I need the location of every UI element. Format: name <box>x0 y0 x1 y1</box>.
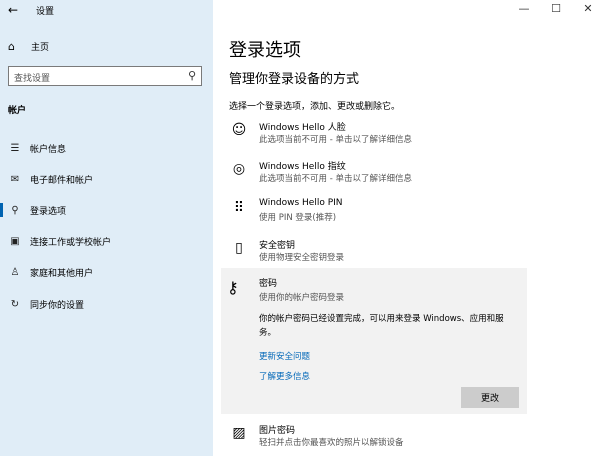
password-title: 密码 <box>259 279 278 289</box>
section-header: 帐户 <box>8 106 27 116</box>
people-icon: ♙ <box>10 266 20 278</box>
window-title: 设置 <box>36 7 55 17</box>
minimize-button[interactable]: — <box>517 2 531 15</box>
sidebar-item-work-school[interactable]: ▣ 连接工作或学校帐户 <box>0 228 213 254</box>
sidebar-item-label: 连接工作或学校帐户 <box>30 237 112 248</box>
face-icon: ☺ <box>231 122 247 138</box>
sidebar-item-account-info[interactable]: ☰ 帐户信息 <box>0 135 213 161</box>
password-panel[interactable]: ⚷ 密码 使用你的帐户密码登录 你的帐户密码已经设置完成，可以用来登录 Wind… <box>221 268 527 414</box>
option-security-key[interactable]: ▯ 安全密钥 使用物理安全密钥登录 <box>229 238 529 268</box>
sidebar-item-label: 家庭和其他用户 <box>30 268 94 279</box>
search-placeholder: 查找设置 <box>14 74 51 84</box>
sync-icon: ↻ <box>10 298 20 310</box>
sidebar-item-label: 电子邮件和帐户 <box>30 175 94 186</box>
close-button[interactable]: ✕ <box>581 2 595 15</box>
sidebar-item-family-users[interactable]: ♙ 家庭和其他用户 <box>0 259 213 285</box>
sidebar-item-label: 帐户信息 <box>30 144 67 155</box>
sidebar-item-label: 主页 <box>31 42 50 53</box>
sidebar-item-email-accounts[interactable]: ✉ 电子邮件和帐户 <box>0 166 213 192</box>
maximize-button[interactable]: ☐ <box>549 2 563 15</box>
page-subtitle: 管理你登录设备的方式 <box>229 72 360 87</box>
option-hello-pin[interactable]: ⠿ Windows Hello PIN 使用 PIN 登录(推荐) <box>229 198 529 228</box>
option-desc: 此选项当前不可用 - 单击以了解详细信息 <box>259 174 412 184</box>
key-icon: ⚲ <box>11 204 19 216</box>
key-icon: ⚷ <box>227 278 239 297</box>
option-hello-face[interactable]: ☺ Windows Hello 人脸 此选项当前不可用 - 单击以了解详细信息 <box>229 120 529 150</box>
main-content: — ☐ ✕ 登录选项 管理你登录设备的方式 选择一个登录选项，添加、更改或删除它… <box>213 0 600 456</box>
option-title: Windows Hello PIN <box>259 198 343 208</box>
option-desc: 轻扫并点击你最喜欢的照片以解锁设备 <box>259 438 404 448</box>
option-desc: 使用物理安全密钥登录 <box>259 253 345 263</box>
search-icon[interactable]: ⚲ <box>188 69 196 82</box>
title-bar: ← 设置 <box>0 0 213 20</box>
sidebar-item-label: 同步你的设置 <box>30 300 85 311</box>
option-title: 图片密码 <box>259 426 296 436</box>
change-password-button[interactable]: 更改 <box>461 387 519 408</box>
briefcase-icon: ▣ <box>10 235 20 247</box>
update-security-questions-link[interactable]: 更新安全问题 <box>259 350 310 362</box>
sidebar-item-label: 登录选项 <box>30 206 67 217</box>
option-title: Windows Hello 指纹 <box>259 162 346 172</box>
sidebar-item-sign-in-options[interactable]: ⚲ 登录选项 <box>0 197 213 223</box>
search-input[interactable]: 查找设置 ⚲ <box>8 66 202 86</box>
option-title: Windows Hello 人脸 <box>259 123 346 133</box>
option-desc: 使用 PIN 登录(推荐) <box>259 213 337 223</box>
fingerprint-icon: ◎ <box>232 161 246 177</box>
pin-keypad-icon: ⠿ <box>233 200 245 216</box>
back-arrow-icon[interactable]: ← <box>8 3 18 17</box>
picture-icon: ▨ <box>232 425 246 441</box>
learn-more-link[interactable]: 了解更多信息 <box>259 370 310 382</box>
home-icon: ⌂ <box>8 39 15 53</box>
sidebar: ← 设置 ⌂ 主页 查找设置 ⚲ 帐户 ☰ 帐户信息 ✉ 电子邮件和帐户 ⚲ 登… <box>0 0 213 456</box>
page-title: 登录选项 <box>229 40 301 61</box>
option-desc: 此选项当前不可用 - 单击以了解详细信息 <box>259 135 412 145</box>
password-body-text: 你的帐户密码已经设置完成，可以用来登录 Windows、应用和服务。 <box>259 314 504 338</box>
option-title: 安全密钥 <box>259 241 296 251</box>
option-hello-fingerprint[interactable]: ◎ Windows Hello 指纹 此选项当前不可用 - 单击以了解详细信息 <box>229 159 529 189</box>
usb-key-icon: ▯ <box>235 240 243 256</box>
password-desc: 使用你的帐户密码登录 <box>259 293 345 303</box>
sidebar-item-home[interactable]: ⌂ 主页 <box>8 38 49 54</box>
intro-text: 选择一个登录选项，添加、更改或删除它。 <box>229 102 401 112</box>
person-card-icon: ☰ <box>10 142 20 154</box>
mail-icon: ✉ <box>10 173 20 185</box>
option-picture-password[interactable]: ▨ 图片密码 轻扫并点击你最喜欢的照片以解锁设备 <box>229 423 529 453</box>
sidebar-item-sync-settings[interactable]: ↻ 同步你的设置 <box>0 291 213 317</box>
